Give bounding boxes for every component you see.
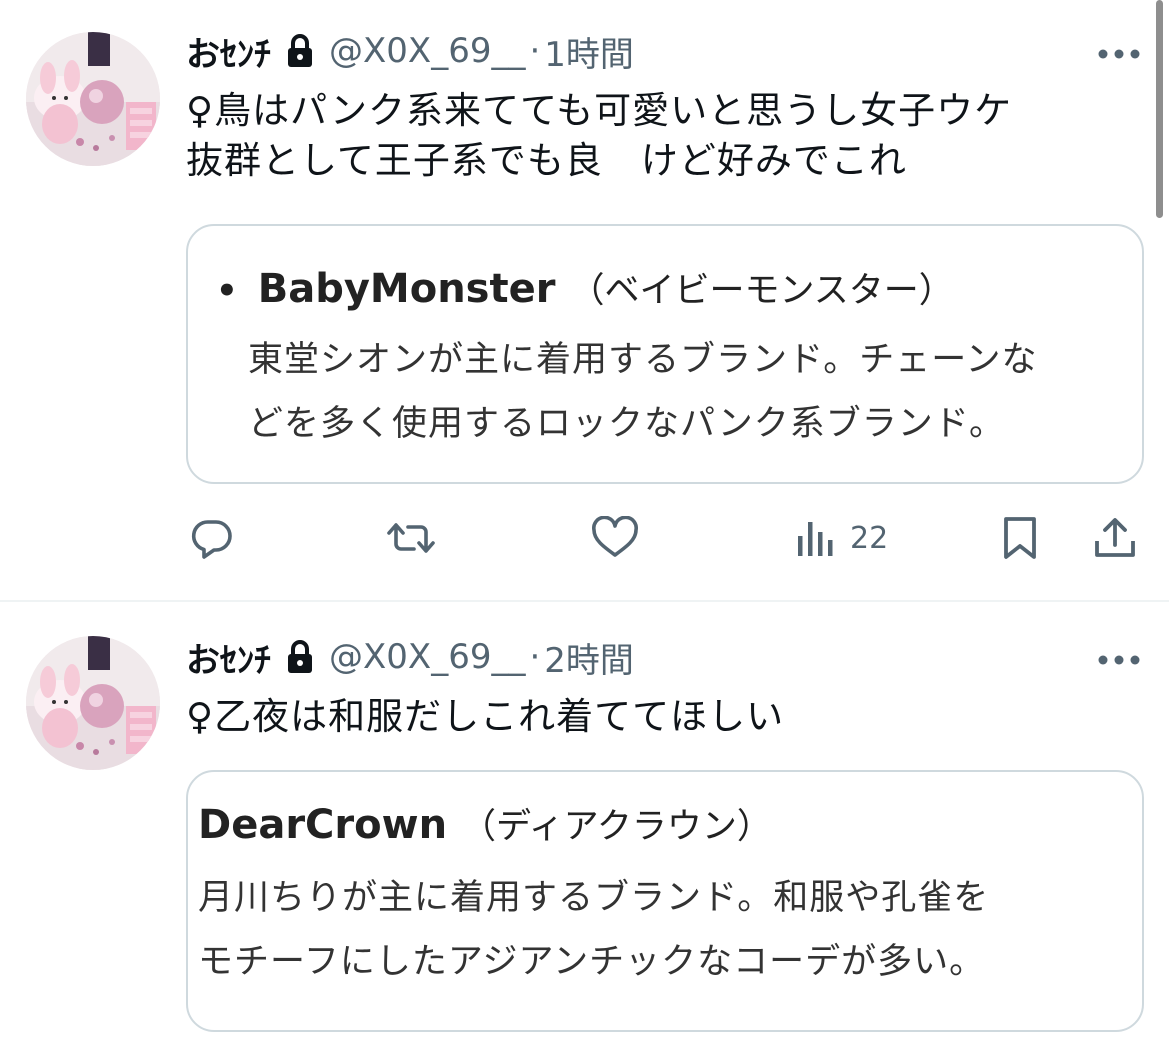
share-icon	[1092, 515, 1138, 561]
tweet-text-line: ♀乙夜は和服だしこれ着ててほしい	[186, 695, 785, 738]
views-button[interactable]: 22	[796, 510, 888, 566]
card-title-row: DearCrown （ディアクラウン）	[198, 798, 772, 849]
reply-button[interactable]	[190, 510, 234, 566]
tweet[interactable]: おｾﾝﾁ @X0X_69__ · 2時間 ♀乙夜は和服だしこれ着ててほしい De…	[0, 602, 1169, 1060]
card-description-line: 月川ちりが主に着用するブランド。和服や孔雀を	[198, 878, 990, 918]
scrollbar[interactable]	[1156, 0, 1163, 218]
avatar[interactable]	[26, 32, 160, 166]
bullet: •	[216, 271, 238, 311]
card-title: BabyMonster	[257, 266, 556, 312]
tweet-text: ♀乙夜は和服だしこれ着ててほしい	[186, 692, 1146, 742]
tweet-text-line: 抜群として王子系でも良 けど好みでこれ	[186, 139, 907, 182]
embedded-card[interactable]: • BabyMonster （ベイビーモンスター） 東堂シオンが主に着用するブラ…	[186, 224, 1144, 484]
card-title-kana: （ベイビーモンスター）	[569, 271, 954, 311]
more-options-icon[interactable]	[1097, 45, 1141, 59]
display-name[interactable]: おｾﾝﾁ	[186, 633, 271, 682]
retweet-icon	[384, 516, 438, 560]
timestamp[interactable]: 1時間	[544, 27, 634, 76]
retweet-button[interactable]	[384, 510, 438, 566]
share-button[interactable]	[1092, 510, 1138, 566]
bookmark-icon	[1000, 515, 1040, 561]
card-title-kana: （ディアクラウン）	[461, 807, 772, 847]
lock-icon	[285, 639, 315, 675]
card-description-line: 東堂シオンが主に着用するブランド。チェーンな	[248, 340, 1038, 380]
card-title-row: • BabyMonster （ベイビーモンスター）	[216, 262, 954, 313]
tweet[interactable]: おｾﾝﾁ @X0X_69__ · 1時間 ♀鳥はパンク系来てても可愛いと思うし女…	[0, 0, 1169, 600]
separator: ·	[529, 31, 541, 71]
bookmark-button[interactable]	[1000, 510, 1040, 566]
more-options-icon[interactable]	[1097, 651, 1141, 665]
tweet-header: おｾﾝﾁ @X0X_69__ · 2時間	[186, 632, 634, 682]
tweet-text-line: ♀鳥はパンク系来てても可愛いと思うし女子ウケ	[186, 89, 1013, 132]
tweet-text: ♀鳥はパンク系来てても可愛いと思うし女子ウケ 抜群として王子系でも良 けど好みで…	[186, 86, 1146, 186]
card-description: 月川ちりが主に着用するブランド。和服や孔雀を モチーフにしたアジアンチックなコー…	[198, 866, 989, 994]
action-bar: 22	[186, 510, 1142, 566]
user-handle[interactable]: @X0X_69__	[329, 31, 525, 71]
like-icon	[590, 516, 640, 560]
separator: ·	[529, 637, 541, 677]
card-title: DearCrown	[198, 802, 448, 848]
timestamp[interactable]: 2時間	[544, 633, 634, 682]
avatar[interactable]	[26, 636, 160, 770]
card-description-line: モチーフにしたアジアンチックなコーデが多い。	[198, 942, 986, 982]
reply-icon	[190, 516, 234, 560]
card-description-line: どを多く使用するロックなパンク系ブランド。	[248, 404, 1006, 444]
user-handle[interactable]: @X0X_69__	[329, 637, 525, 677]
lock-icon	[285, 33, 315, 69]
views-icon	[796, 516, 836, 560]
tweet-header: おｾﾝﾁ @X0X_69__ · 1時間	[186, 26, 634, 76]
like-button[interactable]	[590, 510, 640, 566]
embedded-card[interactable]: DearCrown （ディアクラウン） 月川ちりが主に着用するブランド。和服や孔…	[186, 770, 1144, 1032]
views-count: 22	[850, 520, 889, 556]
display-name[interactable]: おｾﾝﾁ	[186, 27, 271, 76]
card-description: 東堂シオンが主に着用するブランド。チェーンな どを多く使用するロックなパンク系ブ…	[248, 328, 1038, 456]
